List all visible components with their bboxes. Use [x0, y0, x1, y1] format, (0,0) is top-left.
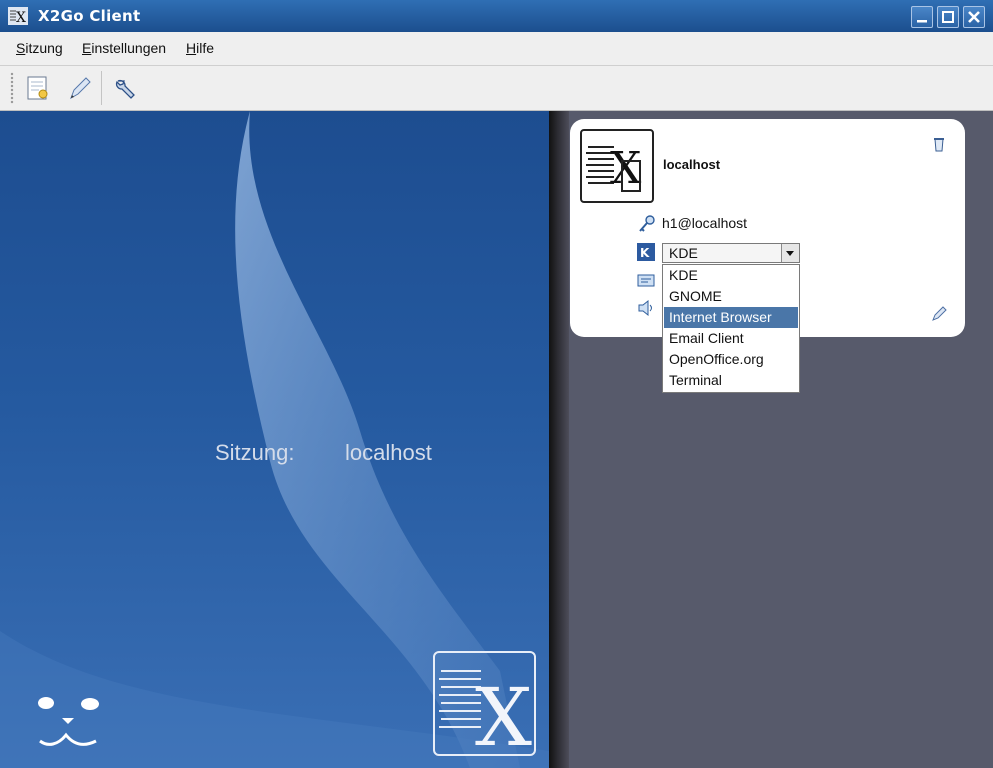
dropdown-option-gnome[interactable]: GNOME	[664, 286, 798, 307]
wrench-icon	[115, 79, 135, 99]
dropdown-option-internet-browser[interactable]: Internet Browser	[664, 307, 798, 328]
session-type-select[interactable]: KDE	[662, 243, 800, 263]
delete-session-icon[interactable]	[930, 135, 948, 153]
toolbar-grip[interactable]	[10, 72, 14, 104]
dropdown-option-openoffice[interactable]: OpenOffice.org	[664, 349, 798, 370]
minimize-button[interactable]	[911, 6, 933, 28]
dropdown-button[interactable]	[781, 244, 799, 262]
dropdown-option-kde[interactable]: KDE	[664, 265, 798, 286]
session-type-dropdown: KDE GNOME Internet Browser Email Client …	[662, 264, 800, 393]
x2go-logo: X	[433, 651, 536, 764]
x2go-app-icon: X	[8, 7, 28, 25]
pencil-icon	[70, 77, 91, 100]
svg-text:X: X	[475, 671, 532, 754]
dropdown-option-terminal[interactable]: Terminal	[664, 370, 798, 391]
dropdown-option-email-client[interactable]: Email Client	[664, 328, 798, 349]
kde-icon: K	[637, 243, 655, 261]
new-session-icon	[27, 76, 48, 100]
session-user: h1@localhost	[662, 215, 748, 231]
session-preview-panel: Sitzung: localhost X	[0, 111, 549, 768]
display-icon	[637, 274, 655, 287]
menu-einstellungen[interactable]: Einstellungen	[82, 40, 166, 56]
window-title: X2Go Client	[38, 7, 141, 25]
title-bar: X X2Go Client	[0, 0, 993, 32]
mascot-face-icon	[38, 697, 99, 746]
new-session-button[interactable]	[22, 72, 54, 104]
edit-session-button[interactable]	[63, 72, 95, 104]
svg-text:X: X	[16, 10, 26, 25]
speaker-icon	[638, 299, 652, 317]
minimize-icon	[917, 20, 927, 23]
chevron-down-icon	[786, 251, 794, 256]
session-logo: X	[580, 129, 654, 203]
maximize-icon	[942, 11, 954, 23]
close-icon	[968, 11, 980, 23]
x2go-logo-icon: X	[439, 670, 532, 764]
menu-sitzung[interactable]: Sitzung	[16, 40, 63, 56]
close-button[interactable]	[963, 6, 985, 28]
key-icon	[639, 215, 655, 232]
settings-button[interactable]	[108, 72, 140, 104]
edit-session-pencil-icon[interactable]	[930, 304, 948, 322]
svg-text:X: X	[610, 143, 642, 194]
maximize-button[interactable]	[937, 6, 959, 28]
menu-bar: Sitzung Einstellungen Hilfe	[0, 32, 993, 66]
session-type-value: KDE	[669, 245, 698, 261]
session-name: localhost	[345, 440, 432, 465]
session-title: localhost	[663, 157, 721, 172]
svg-text:K: K	[640, 246, 650, 260]
session-label: Sitzung:	[215, 440, 295, 465]
pane-divider[interactable]	[549, 111, 569, 768]
toolbar-separator	[101, 71, 102, 105]
x2go-session-icon: X	[586, 143, 642, 194]
toolbar	[0, 66, 993, 111]
menu-hilfe[interactable]: Hilfe	[186, 40, 214, 56]
